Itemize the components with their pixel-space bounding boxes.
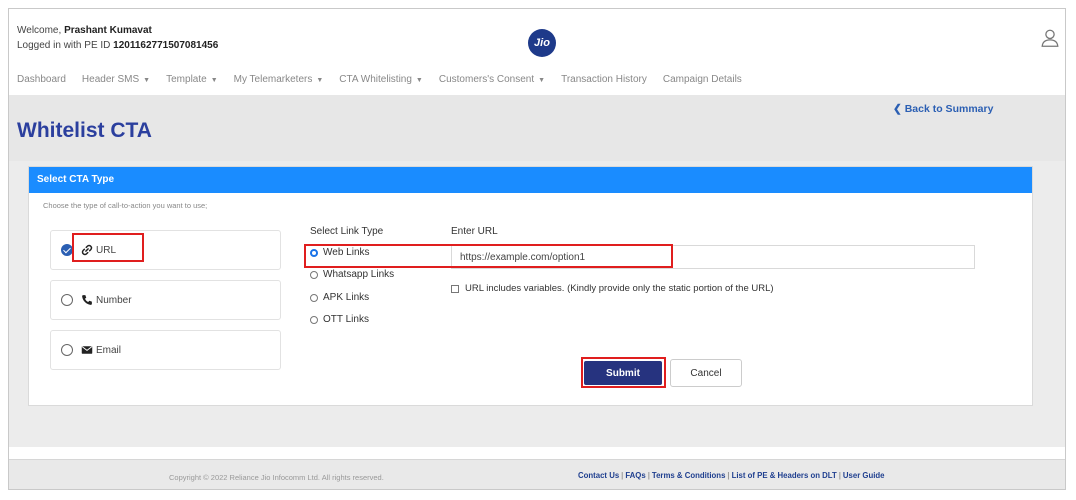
footer-link[interactable]: FAQs: [625, 471, 645, 480]
copyright-text: Copyright © 2022 Reliance Jio Infocomm L…: [169, 473, 384, 482]
highlight-url-option: [72, 233, 144, 262]
welcome-block: Welcome, Prashant Kumavat Logged in with…: [17, 23, 218, 53]
logged-prefix: Logged in with PE ID: [17, 40, 114, 51]
caret-down-icon: ▼: [143, 76, 151, 84]
caret-down-icon: ▼: [415, 76, 423, 84]
top-header: Welcome, Prashant Kumavat Logged in with…: [9, 9, 1065, 65]
checkbox-icon[interactable]: [451, 284, 459, 293]
nav-item-label: Campaign Details: [662, 73, 742, 85]
nav-item-label: My Telemarketers: [233, 73, 313, 85]
radio-unchecked-icon[interactable]: [61, 344, 73, 356]
footer-separator: |: [727, 471, 730, 480]
link-type-ott-label: OTT Links: [323, 314, 369, 325]
link-type-ott[interactable]: OTT Links: [310, 314, 369, 325]
url-variables-label: URL includes variables. (Kindly provide …: [465, 283, 774, 294]
envelope-icon: [81, 346, 93, 354]
footer-links: Contact Us | FAQs | Terms & Conditions | List …: [578, 471, 885, 480]
cta-option-number[interactable]: Number: [50, 280, 281, 320]
welcome-prefix: Welcome,: [17, 25, 65, 36]
phone-icon: [82, 295, 92, 305]
footer-link[interactable]: User Guide: [843, 471, 885, 480]
user-profile-icon[interactable]: [1039, 27, 1061, 49]
main-nav: Dashboard Header SMS ▼ Template ▼ My Telemark…: [9, 69, 1065, 89]
page-title: Whitelist CTA: [17, 119, 152, 142]
radio-unselected-icon[interactable]: [310, 293, 318, 302]
enter-url-label: Enter URL: [451, 226, 498, 237]
highlight-web-links-url: [304, 244, 673, 268]
nav-item-header-sms[interactable]: Header SMS ▼: [82, 74, 150, 85]
nav-item-label: Header SMS: [81, 73, 140, 85]
nav-item-label: CTA Whitelisting: [339, 73, 412, 85]
select-link-type-label: Select Link Type: [310, 226, 384, 237]
link-type-whatsapp[interactable]: Whatsapp Links: [310, 269, 394, 280]
nav-item-dashboard[interactable]: Dashboard: [17, 74, 66, 85]
footer-link[interactable]: Terms & Conditions: [652, 471, 726, 480]
link-type-apk-label: APK Links: [323, 292, 370, 303]
cta-option-number-label: Number: [96, 294, 132, 306]
nav-item-label: Template: [166, 73, 207, 85]
cancel-button[interactable]: Cancel: [670, 359, 742, 387]
card-header: Select CTA Type: [29, 167, 1032, 193]
nav-item-transaction-history[interactable]: Transaction History: [561, 74, 647, 85]
radio-unselected-icon[interactable]: [310, 315, 318, 324]
link-type-whatsapp-label: Whatsapp Links: [323, 269, 395, 280]
url-variables-checkbox-row[interactable]: URL includes variables. (Kindly provide …: [451, 283, 774, 294]
footer-separator: |: [621, 471, 624, 480]
nav-item-label: Transaction History: [561, 73, 647, 85]
radio-unselected-icon[interactable]: [310, 270, 318, 279]
choose-instruction: Choose the type of call-to-action you wa…: [43, 201, 208, 210]
jio-logo: Jio: [528, 29, 556, 57]
nav-item-customers-s-consent[interactable]: Customers's Consent ▼: [439, 74, 545, 85]
title-band: Whitelist CTA ❮ Back to Summary: [9, 95, 1065, 161]
nav-item-label: Dashboard: [17, 73, 66, 85]
footer-separator: |: [647, 471, 650, 480]
user-name: Prashant Kumavat: [64, 25, 152, 36]
radio-unchecked-icon[interactable]: [61, 294, 73, 306]
footer-separator: |: [838, 471, 841, 480]
footer: Copyright © 2022 Reliance Jio Infocomm L…: [9, 459, 1065, 489]
caret-down-icon: ▼: [210, 76, 218, 84]
cta-option-email-label: Email: [96, 344, 122, 356]
cta-option-email[interactable]: Email: [50, 330, 281, 370]
caret-down-icon: ▼: [316, 76, 324, 84]
footer-link[interactable]: List of PE & Headers on DLT: [732, 471, 837, 480]
highlight-submit-button: [581, 357, 666, 388]
nav-item-my-telemarketers[interactable]: My Telemarketers ▼: [234, 74, 324, 85]
footer-link[interactable]: Contact Us: [578, 471, 619, 480]
nav-item-template[interactable]: Template ▼: [166, 74, 218, 85]
back-to-summary-link[interactable]: ❮ Back to Summary: [893, 103, 993, 115]
nav-item-label: Customers's Consent: [438, 73, 535, 85]
nav-item-cta-whitelisting[interactable]: CTA Whitelisting ▼: [339, 74, 423, 85]
nav-item-campaign-details[interactable]: Campaign Details: [663, 74, 742, 85]
link-type-apk[interactable]: APK Links: [310, 292, 369, 303]
caret-down-icon: ▼: [538, 76, 546, 84]
pe-id: 1201162771507081456: [113, 40, 219, 51]
